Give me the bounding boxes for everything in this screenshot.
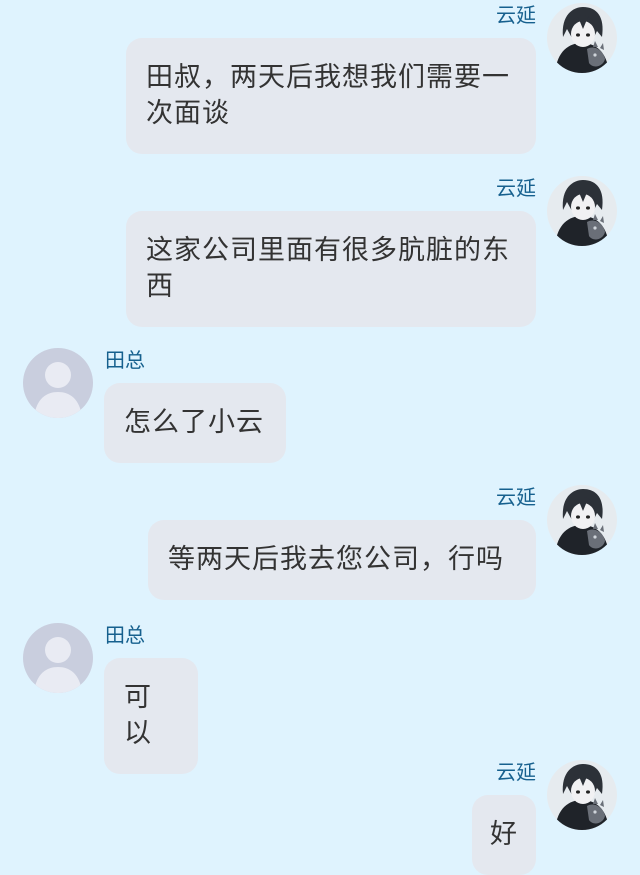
sender-avatar-icon[interactable] <box>547 176 617 246</box>
sender-name: 田总 <box>105 623 145 647</box>
sender-name: 云延 <box>496 176 536 200</box>
chat-message: 田总 可以 <box>0 620 640 774</box>
chat-message: 云延 等两天后我去您公司，行吗 <box>0 482 640 600</box>
message-bubble[interactable]: 好 <box>472 795 536 875</box>
sender-avatar-icon[interactable] <box>547 3 617 73</box>
sender-avatar-icon[interactable] <box>547 760 617 830</box>
message-bubble[interactable]: 怎么了小云 <box>104 383 286 463</box>
sender-name: 云延 <box>496 485 536 509</box>
chat-message: 云延 好 <box>0 757 640 875</box>
chat-message: 云延 田叔，两天后我想我们需要一次面谈 <box>0 0 640 154</box>
chat-message: 田总 怎么了小云 <box>0 345 640 463</box>
chat-message: 云延 这家公司里面有很多肮脏的东西 <box>0 173 640 327</box>
sender-avatar-icon[interactable] <box>23 623 93 693</box>
message-bubble[interactable]: 田叔，两天后我想我们需要一次面谈 <box>126 38 536 154</box>
message-bubble[interactable]: 这家公司里面有很多肮脏的东西 <box>126 211 536 327</box>
sender-name: 田总 <box>105 348 145 372</box>
message-bubble[interactable]: 等两天后我去您公司，行吗 <box>148 520 536 600</box>
sender-name: 云延 <box>496 760 536 784</box>
sender-name: 云延 <box>496 3 536 27</box>
sender-avatar-icon[interactable] <box>23 348 93 418</box>
sender-avatar-icon[interactable] <box>547 485 617 555</box>
